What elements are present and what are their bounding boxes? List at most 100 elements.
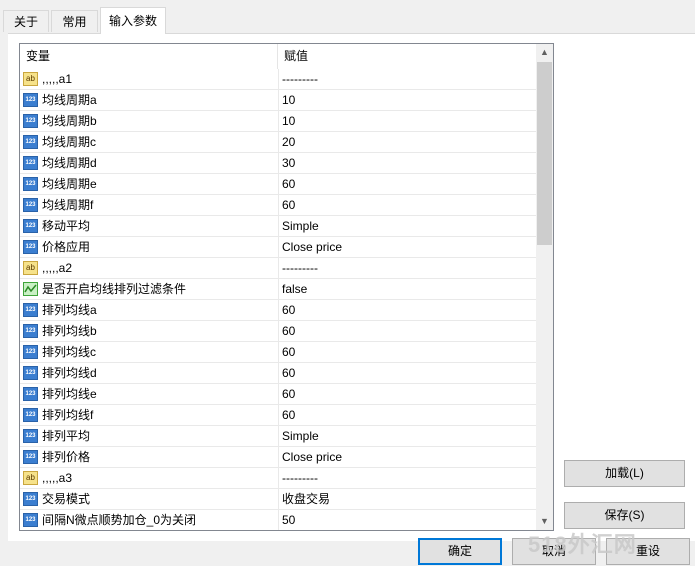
tab-about[interactable]: 关于 bbox=[3, 10, 49, 32]
table-row[interactable]: 123 排列均线f 60 bbox=[20, 405, 536, 426]
parameter-name: 均线周期f bbox=[42, 198, 94, 212]
number-type-icon: 123 bbox=[23, 324, 38, 338]
parameter-name: 交易模式 bbox=[42, 492, 91, 506]
parameter-value[interactable]: --------- bbox=[278, 258, 537, 278]
number-type-icon: 123 bbox=[23, 366, 38, 380]
parameter-value[interactable]: 收盘交易 bbox=[278, 489, 537, 509]
tab-input-params[interactable]: 输入参数 bbox=[100, 7, 166, 34]
table-row[interactable]: 123 价格应用 Close price bbox=[20, 237, 536, 258]
parameter-value[interactable]: 60 bbox=[278, 300, 537, 320]
table-row[interactable]: 123 均线周期c 20 bbox=[20, 132, 536, 153]
table-row[interactable]: 是否开启均线排列过滤条件 false bbox=[20, 279, 536, 300]
string-type-icon: ab bbox=[23, 471, 38, 485]
number-type-icon: 123 bbox=[23, 219, 38, 233]
table-row[interactable]: ab ,,,,,a3 --------- bbox=[20, 468, 536, 489]
number-type-icon: 123 bbox=[23, 114, 38, 128]
column-divider[interactable] bbox=[277, 44, 278, 69]
parameter-name: 均线周期a bbox=[42, 93, 97, 107]
parameter-value[interactable]: --------- bbox=[278, 69, 537, 89]
column-header-value[interactable]: 赋值 bbox=[284, 44, 308, 69]
parameter-value[interactable]: 60 bbox=[278, 195, 537, 215]
table-row[interactable]: 123 交易模式 收盘交易 bbox=[20, 489, 536, 510]
parameter-name: 均线周期e bbox=[42, 177, 97, 191]
parameter-name: 排列均线f bbox=[42, 408, 94, 422]
parameter-value[interactable]: 60 bbox=[278, 174, 537, 194]
table-row[interactable]: 123 排列平均 Simple bbox=[20, 426, 536, 447]
parameter-value[interactable]: 60 bbox=[278, 363, 537, 383]
parameter-value[interactable]: Simple bbox=[278, 216, 537, 236]
scroll-thumb[interactable] bbox=[537, 62, 552, 245]
table-row[interactable]: 123 间隔N微点顺势加仓_0为关闭 50 bbox=[20, 510, 537, 530]
number-type-icon: 123 bbox=[23, 345, 38, 359]
tab-common[interactable]: 常用 bbox=[51, 10, 98, 32]
parameter-value[interactable]: 60 bbox=[278, 384, 537, 404]
ok-button[interactable]: 确定 bbox=[418, 538, 502, 565]
number-type-icon: 123 bbox=[23, 177, 38, 191]
table-row[interactable]: 123 均线周期b 10 bbox=[20, 111, 536, 132]
number-type-icon: 123 bbox=[23, 513, 38, 527]
parameter-name: 均线周期d bbox=[42, 156, 97, 170]
table-row[interactable]: 123 均线周期d 30 bbox=[20, 153, 536, 174]
parameter-name: 是否开启均线排列过滤条件 bbox=[42, 282, 187, 296]
parameter-value[interactable]: Simple bbox=[278, 426, 537, 446]
parameter-value[interactable]: 10 bbox=[278, 111, 537, 131]
parameter-value[interactable]: 20 bbox=[278, 132, 537, 152]
parameter-name: 均线周期b bbox=[42, 114, 97, 128]
string-type-icon: ab bbox=[23, 261, 38, 275]
parameter-name: ,,,,,a1 bbox=[42, 72, 73, 86]
table-row[interactable]: 123 排列均线b 60 bbox=[20, 321, 536, 342]
parameter-name: 排列均线b bbox=[42, 324, 97, 338]
number-type-icon: 123 bbox=[23, 93, 38, 107]
table-row[interactable]: 123 均线周期e 60 bbox=[20, 174, 536, 195]
column-header-variable[interactable]: 变量 bbox=[26, 44, 50, 69]
table-row[interactable]: 123 排列均线c 60 bbox=[20, 342, 536, 363]
parameter-name: 间隔N微点顺势加仓_0为关闭 bbox=[42, 513, 197, 527]
table-row[interactable]: ab ,,,,,a1 --------- bbox=[20, 69, 536, 90]
load-button[interactable]: 加载(L) bbox=[564, 460, 685, 487]
parameter-name: 排列价格 bbox=[42, 450, 91, 464]
parameter-name: 排列平均 bbox=[42, 429, 91, 443]
parameter-value[interactable]: 30 bbox=[278, 153, 537, 173]
number-type-icon: 123 bbox=[23, 429, 38, 443]
parameter-value[interactable]: false bbox=[278, 279, 537, 299]
parameter-value[interactable]: --------- bbox=[278, 468, 537, 488]
parameter-value[interactable]: 60 bbox=[278, 321, 537, 341]
parameter-value[interactable]: 60 bbox=[278, 405, 537, 425]
table-row[interactable]: 123 排列均线d 60 bbox=[20, 363, 536, 384]
table-row[interactable]: 123 排列均线a 60 bbox=[20, 300, 536, 321]
number-type-icon: 123 bbox=[23, 387, 38, 401]
number-type-icon: 123 bbox=[23, 156, 38, 170]
vertical-scrollbar[interactable]: ▲ ▼ bbox=[536, 44, 553, 530]
watermark-logo: 518外汇网 bbox=[528, 532, 637, 557]
parameter-value[interactable]: 10 bbox=[278, 90, 537, 110]
parameter-value[interactable]: 60 bbox=[278, 342, 537, 362]
parameter-value[interactable]: Close price bbox=[278, 447, 537, 467]
table-header: 变量 赋值 bbox=[20, 44, 536, 69]
number-type-icon: 123 bbox=[23, 240, 38, 254]
save-button[interactable]: 保存(S) bbox=[564, 502, 685, 529]
parameter-name: ,,,,,a3 bbox=[42, 471, 73, 485]
number-type-icon: 123 bbox=[23, 492, 38, 506]
parameter-name: 移动平均 bbox=[42, 219, 91, 233]
parameter-name: ,,,,,a2 bbox=[42, 261, 73, 275]
parameters-table: 变量 赋值 ab ,,,,,a1 --------- 123 均线周期a 10 123 均线周… bbox=[19, 43, 554, 531]
table-row[interactable]: 123 均线周期f 60 bbox=[20, 195, 536, 216]
boolean-type-icon bbox=[23, 282, 38, 296]
number-type-icon: 123 bbox=[23, 450, 38, 464]
number-type-icon: 123 bbox=[23, 303, 38, 317]
parameter-value[interactable]: Close price bbox=[278, 237, 537, 257]
scroll-up-icon[interactable]: ▲ bbox=[536, 44, 553, 61]
table-row[interactable]: 123 排列价格 Close price bbox=[20, 447, 536, 468]
table-row[interactable]: ab ,,,,,a2 --------- bbox=[20, 258, 536, 279]
table-row[interactable]: 123 移动平均 Simple bbox=[20, 216, 536, 237]
number-type-icon: 123 bbox=[23, 198, 38, 212]
string-type-icon: ab bbox=[23, 72, 38, 86]
parameter-value[interactable]: 50 bbox=[278, 510, 537, 530]
number-type-icon: 123 bbox=[23, 135, 38, 149]
table-row[interactable]: 123 排列均线e 60 bbox=[20, 384, 536, 405]
table-row[interactable]: 123 均线周期a 10 bbox=[20, 90, 536, 111]
parameter-name: 排列均线d bbox=[42, 366, 97, 380]
table-body: ab ,,,,,a1 --------- 123 均线周期a 10 123 均线周期b 10 12… bbox=[20, 69, 537, 530]
parameter-name: 均线周期c bbox=[42, 135, 97, 149]
parameter-name: 价格应用 bbox=[42, 240, 91, 254]
